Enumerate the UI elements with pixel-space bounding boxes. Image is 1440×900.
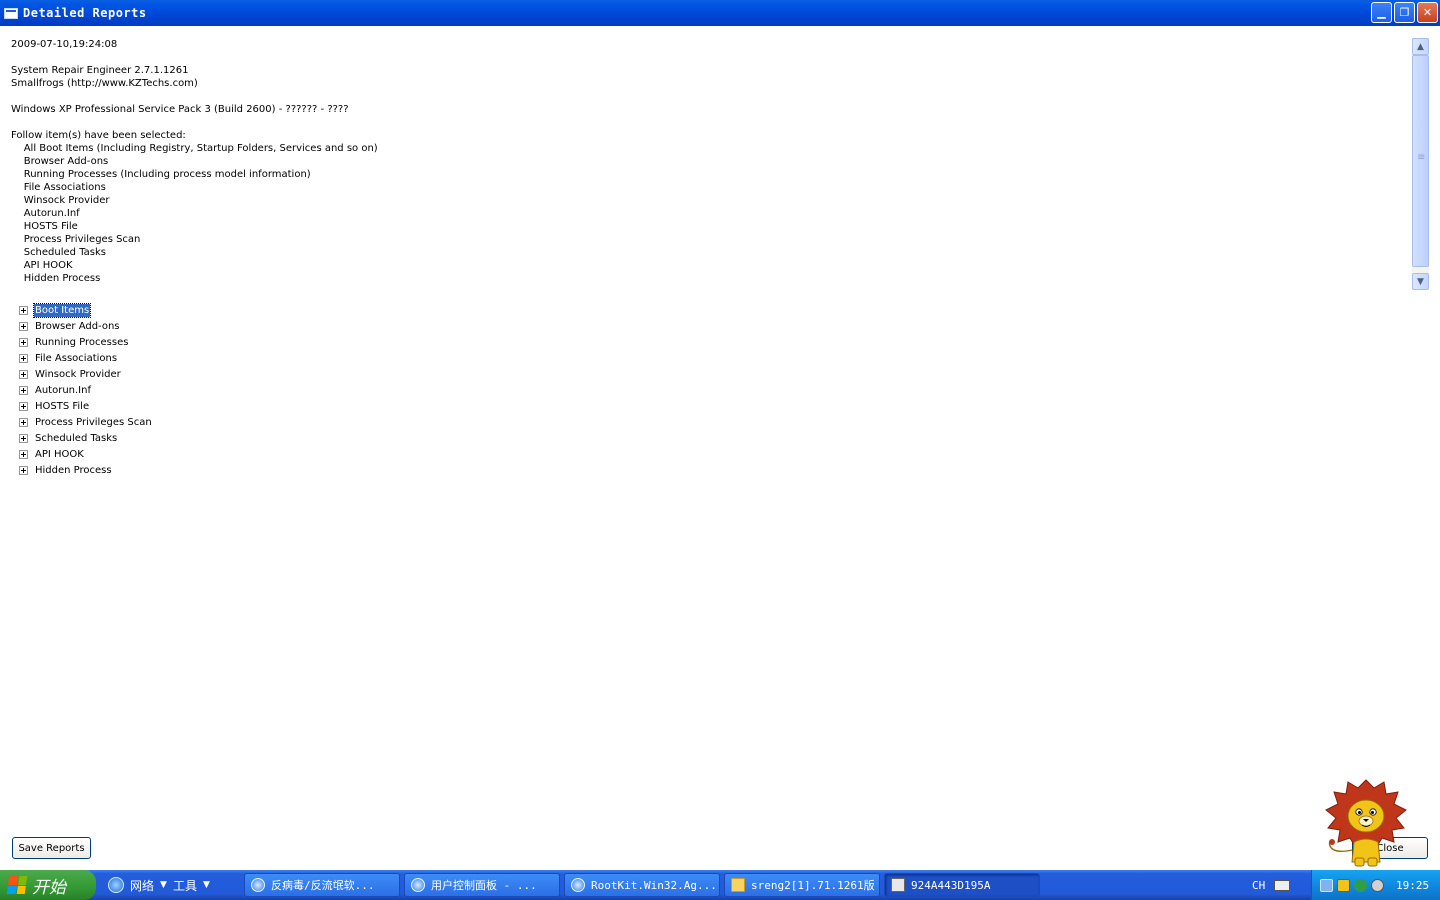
restore-icon: ❐ [1399,6,1410,19]
tree-node-label: File Associations [35,352,118,364]
quick-launch: 网络 ▼ 工具 ▼ [108,877,210,894]
restore-button[interactable]: ❐ [1394,2,1415,23]
tree-node-label: Winsock Provider [35,368,121,380]
lion-mascot-icon[interactable] [1322,776,1410,872]
volume-icon[interactable] [1371,878,1384,892]
tree-node[interactable]: Hidden Process [19,462,153,478]
taskbar-task-3[interactable]: RootKit.Win32.Ag... [564,873,720,897]
tree-node-label: Running Processes [35,336,129,348]
expand-plus-icon[interactable] [19,353,28,363]
language-indicator[interactable]: CH [1252,879,1265,892]
task-label: RootKit.Win32.Ag... [591,878,717,892]
taskbar-task-2[interactable]: 用户控制面板 - ... [404,873,560,897]
report-tree[interactable]: Boot Items Browser Add-ons Running Process… [19,302,153,478]
tree-node[interactable]: HOSTS File [19,398,153,414]
browser-icon[interactable] [108,877,124,893]
application-icon [891,878,905,892]
tree-node[interactable]: Boot Items [19,302,153,318]
scroll-up-button[interactable]: ▲ [1412,38,1429,55]
scroll-thumb[interactable] [1412,55,1429,267]
tree-node-label: Scheduled Tasks [35,432,118,444]
taskbar-task-5[interactable]: 924A443D195A [884,873,1040,897]
window-controls: ▁ ❐ ✕ [1371,2,1438,23]
toolbar-network-label: 网络 [130,878,155,893]
tree-node-label: Hidden Process [35,464,112,476]
report-text-area[interactable]: 2009-07-10,19:24:08 System Repair Engine… [0,26,1432,292]
minimize-button[interactable]: ▁ [1371,2,1392,23]
tree-node[interactable]: Autorun.Inf [19,382,153,398]
expand-plus-icon[interactable] [19,417,28,427]
expand-plus-icon[interactable] [19,321,28,331]
expand-plus-icon[interactable] [19,433,28,443]
dropdown-arrow-icon: ▼ [160,880,167,890]
tree-node[interactable]: Browser Add-ons [19,318,153,334]
report-text: 2009-07-10,19:24:08 System Repair Engine… [11,39,378,284]
title-bar[interactable]: Detailed Reports ▁ ❐ ✕ [0,0,1440,26]
task-label: sreng2[1].71.1261版 [751,879,875,892]
tree-node-label: HOSTS File [35,400,90,412]
system-tray: 19:25 [1311,870,1440,900]
browser-icon [571,878,585,892]
expand-plus-icon[interactable] [19,305,28,315]
tree-node-label: Autorun.Inf [35,384,91,396]
tree-node-label: Process Privileges Scan [35,416,152,428]
warning-icon[interactable] [1337,878,1350,892]
close-icon: ✕ [1422,6,1433,19]
task-label: 用户控制面板 - ... [431,879,537,892]
start-button[interactable]: 开始 [0,870,96,900]
browser-icon [251,878,265,892]
expand-plus-icon[interactable] [19,401,28,411]
expand-plus-icon[interactable] [19,337,28,347]
minimize-icon: ▁ [1377,6,1386,19]
chevron-down-icon: ▼ [1417,276,1424,287]
tree-node[interactable]: API HOOK [19,446,153,462]
network-icon[interactable] [1320,878,1333,892]
toolbar-tools[interactable]: 工具 ▼ [173,877,210,894]
expand-plus-icon[interactable] [19,385,28,395]
expand-plus-icon[interactable] [19,369,28,379]
close-window-button[interactable]: ✕ [1417,2,1438,23]
tree-node-label: Boot Items [32,302,92,318]
taskbar: 开始 网络 ▼ 工具 ▼ [0,870,1440,900]
keyboard-icon[interactable] [1274,880,1290,891]
expand-plus-icon[interactable] [19,449,28,459]
taskbar-task-1[interactable]: 反病毒/反流氓软... [244,873,400,897]
tree-node[interactable]: Running Processes [19,334,153,350]
tree-node[interactable]: File Associations [19,350,153,366]
expand-plus-icon[interactable] [19,465,28,475]
browser-icon [411,878,425,892]
window-title: Detailed Reports [23,6,147,20]
tree-node[interactable]: Scheduled Tasks [19,430,153,446]
taskbar-task-4[interactable]: sreng2[1].71.1261版 [724,873,880,897]
start-label: 开始 [32,877,66,898]
save-reports-button[interactable]: Save Reports [12,837,91,859]
toolbar-tools-label: 工具 [172,878,197,893]
window-icon [4,7,18,19]
vertical-scrollbar[interactable]: ▲ ▼ [1412,38,1429,290]
task-label: 反病毒/反流氓软... [271,879,375,892]
dropdown-arrow-icon: ▼ [202,880,210,890]
tree-node-label: API HOOK [35,448,84,460]
folder-icon [731,878,745,892]
tree-node[interactable]: Process Privileges Scan [19,414,153,430]
security-icon[interactable] [1354,878,1367,892]
chevron-up-icon: ▲ [1417,41,1424,52]
task-label: 924A443D195A [911,878,991,892]
scroll-down-button[interactable]: ▼ [1412,273,1429,290]
tree-node[interactable]: Winsock Provider [19,366,153,382]
windows-logo-icon [6,876,28,894]
tree-node-label: Browser Add-ons [35,320,120,332]
clock[interactable]: 19:25 [1396,879,1429,892]
toolbar-network[interactable]: 网络 ▼ [130,877,167,894]
